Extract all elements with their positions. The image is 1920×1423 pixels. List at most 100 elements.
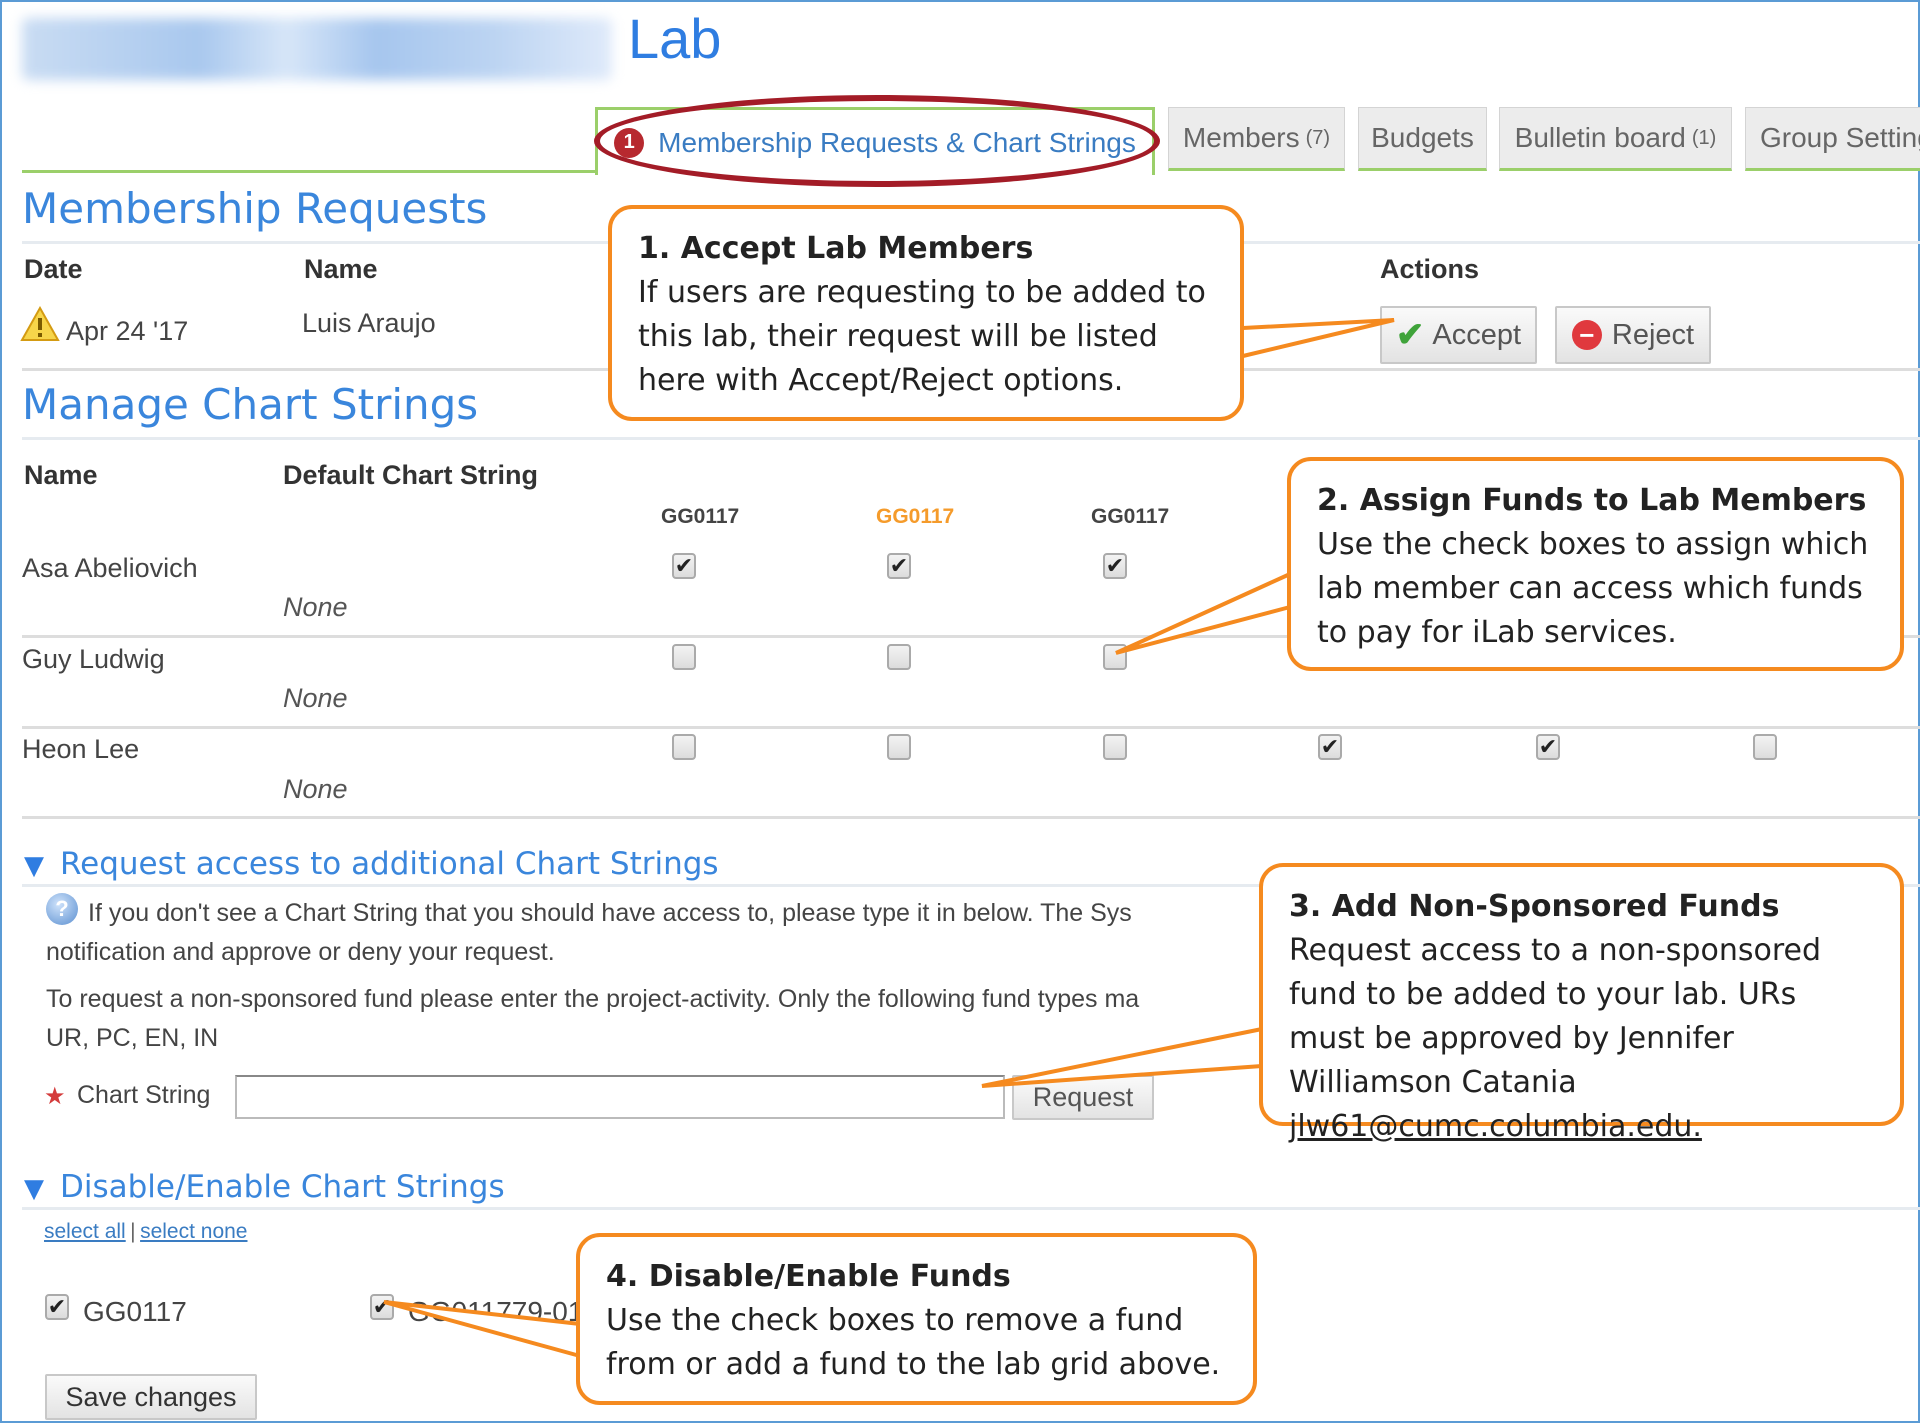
row-divider	[22, 816, 1920, 819]
enable-fund-label: GG011779-01	[408, 1296, 584, 1327]
default-chart-string-column-header: Default Chart String	[283, 460, 539, 490]
tab-count: (7)	[1305, 126, 1331, 149]
tab-bulletin-board[interactable]: Bulletin board (1)	[1499, 107, 1732, 171]
name-column-header: Name	[304, 254, 378, 284]
tab-label: Bulletin board	[1514, 122, 1686, 153]
tab-baseline	[22, 170, 595, 173]
callout-title: 2. Assign Funds to Lab Members	[1317, 483, 1867, 518]
row-divider	[22, 726, 1920, 729]
member-name: Heon Lee	[22, 734, 140, 764]
callout-1-pointer	[1242, 318, 1395, 358]
fund-assignment-checkbox[interactable]: ✔	[887, 553, 911, 579]
checkmark-icon: ✔	[47, 1294, 67, 1319]
highlight-ellipse-annotation	[594, 95, 1160, 187]
checkmark-icon: ✔	[1320, 734, 1340, 759]
manage-chart-strings-heading: Manage Chart Strings	[22, 380, 479, 429]
fund-assignment-checkbox[interactable]	[1103, 734, 1127, 760]
select-none-link[interactable]: select none	[140, 1220, 247, 1243]
help-info-icon: ?	[46, 893, 78, 925]
callout-2-pointer	[1115, 572, 1291, 655]
selection-links: select all | select none	[44, 1220, 248, 1244]
callout-body: Use the check boxes to remove a fund fro…	[606, 1303, 1221, 1382]
callout-body: If users are requesting to be added to t…	[638, 275, 1206, 398]
request-date: Apr 24 '17	[66, 316, 189, 346]
fund-column-header: GG0117	[661, 505, 740, 528]
select-all-link[interactable]: select all	[44, 1220, 126, 1243]
fund-assignment-checkbox[interactable]: ✔	[672, 553, 696, 579]
tab-label: Group Setting	[1760, 122, 1920, 153]
minus-circle-icon: −	[1571, 320, 1602, 350]
default-chart-string: None	[283, 774, 348, 804]
page-title: Lab	[628, 7, 722, 70]
info-text-line1: If you don't see a Chart String that you…	[88, 899, 1132, 927]
checkmark-icon: ✔	[372, 1294, 392, 1319]
fund-column-header: GG0117	[876, 505, 955, 528]
checkmark-icon: ✔	[674, 553, 694, 578]
callout-title: 4. Disable/Enable Funds	[606, 1259, 1011, 1294]
callout-accept-lab-members: 1. Accept Lab Members If users are reque…	[608, 205, 1244, 421]
blurred-lab-owner-name	[22, 18, 612, 80]
fund-types-text-line1: To request a non-sponsored fund please e…	[46, 985, 1140, 1013]
checkmark-icon: ✔	[889, 553, 909, 578]
fund-assignment-checkbox[interactable]	[1103, 644, 1127, 670]
default-chart-string: None	[283, 592, 348, 622]
callout-body: Use the check boxes to assign which lab …	[1317, 527, 1869, 650]
fund-assignment-checkbox[interactable]: ✔	[1536, 734, 1560, 760]
tab-group-settings[interactable]: Group Setting	[1745, 107, 1920, 171]
tab-label: Budgets	[1371, 122, 1474, 153]
fund-assignment-checkbox[interactable]	[887, 644, 911, 670]
fund-assignment-checkbox[interactable]	[672, 644, 696, 670]
callout-title: 1. Accept Lab Members	[638, 231, 1034, 266]
required-star-icon: ★	[44, 1083, 66, 1110]
fund-assignment-checkbox[interactable]	[672, 734, 696, 760]
collapse-triangle-icon: ▼	[24, 851, 44, 881]
actions-column-header: Actions	[1380, 254, 1480, 284]
checkmark-icon: ✔	[1538, 734, 1558, 759]
callout-assign-funds: 2. Assign Funds to Lab Members Use the c…	[1287, 457, 1904, 671]
fund-assignment-checkbox[interactable]: ✔	[1103, 553, 1127, 579]
fund-assignment-checkbox[interactable]	[887, 734, 911, 760]
request-button[interactable]: Request	[1012, 1075, 1154, 1120]
callout-title: 3. Add Non-Sponsored Funds	[1289, 889, 1780, 924]
tab-label: Members	[1182, 122, 1300, 153]
callout-body: Request access to a non-sponsored fund t…	[1289, 933, 1822, 1100]
callout-disable-enable-funds: 4. Disable/Enable Funds Use the check bo…	[576, 1233, 1257, 1405]
enable-fund-checkbox[interactable]: ✔	[370, 1294, 394, 1320]
chart-string-field-label: Chart String	[77, 1081, 211, 1109]
chart-string-input[interactable]	[235, 1075, 1005, 1119]
checkmark-icon: ✔	[1395, 316, 1425, 354]
fund-column-header: GG0117	[1091, 505, 1170, 528]
request-access-toggle[interactable]: ▼ Request access to additional Chart Stri…	[24, 846, 719, 882]
enable-fund-label: GG0117	[83, 1296, 187, 1327]
fund-assignment-checkbox[interactable]: ✔	[1318, 734, 1342, 760]
callout-non-sponsored-funds: 3. Add Non-Sponsored Funds Request acces…	[1259, 863, 1904, 1144]
section-divider	[22, 437, 1920, 440]
contact-email-link[interactable]: jlw61@cumc.columbia.edu.	[1289, 1109, 1702, 1144]
request-name: Luis Araujo	[302, 308, 436, 338]
collapse-triangle-icon: ▼	[24, 1174, 44, 1204]
member-name-column-header: Name	[24, 460, 98, 490]
accept-label: Accept	[1432, 318, 1522, 351]
membership-requests-heading: Membership Requests	[22, 184, 488, 233]
checkmark-icon: ✔	[1105, 553, 1125, 578]
reject-button[interactable]: − Reject	[1555, 306, 1711, 364]
fund-assignment-checkbox[interactable]	[1753, 734, 1777, 760]
tab-members[interactable]: Members (7)	[1168, 107, 1345, 171]
member-name: Asa Abeliovich	[22, 553, 198, 583]
accept-button[interactable]: ✔ Accept	[1380, 306, 1537, 364]
default-chart-string: None	[283, 683, 348, 713]
info-text-line2: notification and approve or deny your re…	[46, 938, 555, 966]
section-divider	[22, 1207, 1920, 1210]
warning-icon	[20, 305, 60, 342]
enable-fund-checkbox[interactable]: ✔	[45, 1294, 69, 1320]
tab-count: (1)	[1691, 126, 1717, 149]
tab-budgets[interactable]: Budgets	[1358, 107, 1487, 171]
member-name: Guy Ludwig	[22, 644, 165, 674]
request-access-heading: Request access to additional Chart Strin…	[60, 846, 719, 882]
disable-enable-toggle[interactable]: ▼ Disable/Enable Chart Strings	[24, 1169, 505, 1205]
reject-label: Reject	[1611, 318, 1695, 351]
fund-types-text-line2: UR, PC, EN, IN	[46, 1024, 219, 1052]
disable-enable-heading: Disable/Enable Chart Strings	[60, 1169, 505, 1205]
link-separator: |	[130, 1220, 136, 1243]
save-changes-button[interactable]: Save changes	[45, 1374, 257, 1420]
